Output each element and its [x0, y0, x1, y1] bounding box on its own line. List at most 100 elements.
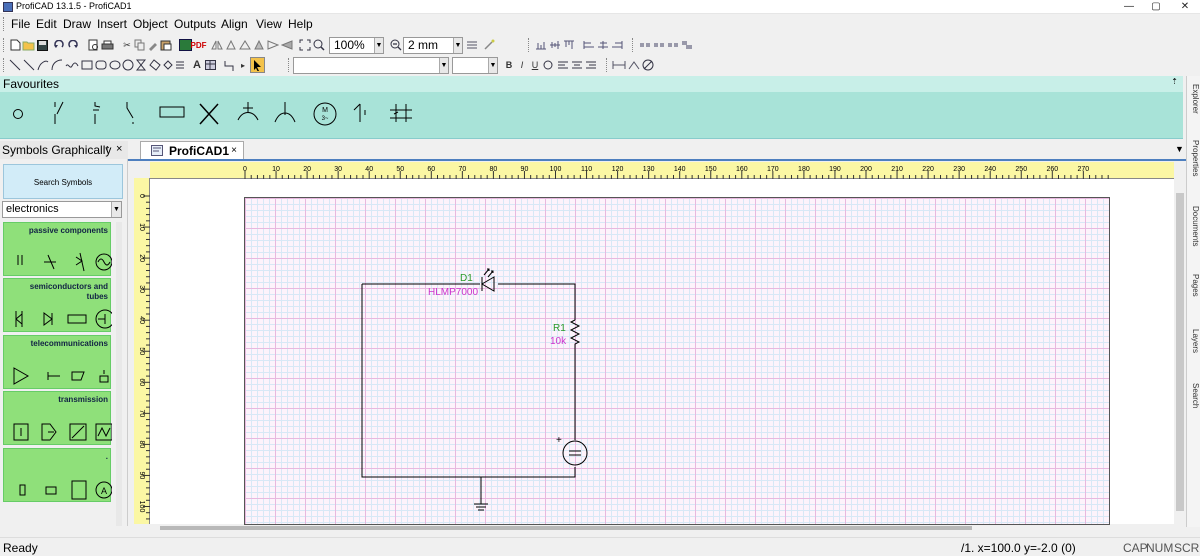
side-tab-layers[interactable]: Layers	[1186, 329, 1200, 353]
align-center-h-icon[interactable]	[596, 38, 610, 52]
grid-size-combo[interactable]: 2 mm ▼	[403, 37, 463, 54]
text-align-center-icon[interactable]	[570, 58, 584, 72]
distribute-icon-4[interactable]	[680, 38, 694, 52]
distribute-icon-3[interactable]	[666, 38, 680, 52]
ground-symbol[interactable]	[474, 503, 488, 511]
distribute-icon-2[interactable]	[652, 38, 666, 52]
d1-value[interactable]: HLMP7000	[428, 287, 478, 298]
zoom-in-icon[interactable]	[312, 38, 326, 52]
wire-left[interactable]	[361, 284, 481, 478]
favourites-pin-icon[interactable]: ⇡	[1171, 77, 1178, 86]
align-bottom-icon[interactable]	[534, 38, 548, 52]
document-tab-close[interactable]: ×	[231, 145, 237, 156]
category-telecommunications[interactable]: telecommunications	[3, 335, 111, 389]
flip-vertical-icon[interactable]	[224, 38, 238, 52]
symbols-scrollbar[interactable]	[116, 222, 122, 526]
wire-bottom[interactable]	[480, 467, 576, 504]
font-name-combo[interactable]: ▼	[293, 57, 449, 74]
zoom-dropdown-icon[interactable]: ▼	[374, 38, 383, 53]
canvas-vertical-scrollbar[interactable]	[1174, 179, 1186, 525]
minimize-button[interactable]: —	[1114, 0, 1144, 14]
align-center-v-icon[interactable]	[548, 38, 562, 52]
menu-align[interactable]: Align	[218, 17, 251, 31]
font-size-dropdown-icon[interactable]: ▼	[488, 58, 497, 73]
font-size-combo[interactable]: ▼	[452, 57, 498, 74]
schematic[interactable]: D1 HLMP7000 R1 10k +	[244, 197, 1110, 525]
align-left-icon[interactable]	[582, 38, 596, 52]
redo-icon[interactable]	[66, 38, 80, 52]
cut-icon[interactable]: ✂	[120, 38, 134, 52]
transmission-symbols[interactable]	[8, 420, 112, 444]
format-painter-icon[interactable]	[146, 38, 160, 52]
select-pointer-icon[interactable]	[250, 57, 265, 73]
side-tab-documents[interactable]: Documents	[1186, 206, 1200, 246]
export-pdf-icon[interactable]: PDF	[191, 38, 207, 52]
open-folder-icon[interactable]	[21, 38, 35, 52]
align-right-icon[interactable]	[610, 38, 624, 52]
menu-draw[interactable]: Draw	[60, 17, 94, 31]
rotate-right-icon[interactable]	[252, 38, 266, 52]
copy-icon[interactable]	[133, 38, 147, 52]
resistor-r1-symbol[interactable]	[569, 319, 581, 345]
triangle-right-icon[interactable]	[280, 38, 294, 52]
wire-top-right[interactable]	[498, 283, 576, 320]
menu-edit[interactable]: Edit	[33, 17, 60, 31]
d1-reference[interactable]: D1	[460, 273, 473, 284]
print-icon[interactable]	[100, 38, 114, 52]
new-file-icon[interactable]	[8, 38, 22, 52]
menu-help[interactable]: Help	[285, 17, 316, 31]
zoom-out-icon[interactable]	[389, 38, 403, 52]
side-tab-explorer[interactable]: Explorer	[1186, 84, 1200, 114]
triangle-left-icon[interactable]	[266, 38, 280, 52]
category-misc[interactable]: . A	[3, 448, 112, 503]
no-entry-icon[interactable]	[641, 58, 655, 72]
bold-button[interactable]: B	[502, 58, 516, 72]
voltage-source-symbol[interactable]	[562, 440, 588, 466]
undo-icon[interactable]	[52, 38, 66, 52]
close-button[interactable]: ✕	[1170, 0, 1200, 14]
r1-reference[interactable]: R1	[553, 323, 566, 334]
category-semiconductors[interactable]: semiconductors and tubes	[3, 278, 112, 332]
dimension-icon[interactable]	[612, 58, 626, 72]
text-align-left-icon[interactable]	[556, 58, 570, 72]
side-tab-search[interactable]: Search	[1186, 383, 1200, 408]
line-style-icon[interactable]	[627, 58, 641, 72]
paste-icon[interactable]	[159, 38, 173, 52]
grid-dropdown-icon[interactable]: ▼	[453, 38, 462, 53]
horizontal-scroll-thumb[interactable]	[160, 526, 972, 530]
flip-horizontal-icon[interactable]	[210, 38, 224, 52]
led-d1-symbol[interactable]	[481, 268, 495, 292]
text-color-icon[interactable]	[542, 58, 556, 72]
text-align-right-icon[interactable]	[584, 58, 598, 72]
save-icon[interactable]	[35, 38, 49, 52]
print-preview-icon[interactable]	[86, 38, 100, 52]
draw-tools-strip[interactable]	[8, 58, 208, 72]
side-tab-pages[interactable]: Pages	[1186, 274, 1200, 297]
wire-tool-icon[interactable]	[222, 58, 236, 72]
zoom-fit-icon[interactable]	[298, 38, 312, 52]
snap-magic-icon[interactable]	[482, 38, 496, 52]
align-top-icon[interactable]	[562, 38, 576, 52]
document-tab[interactable]: ProfiCAD1 ×	[140, 141, 244, 159]
search-symbols-button[interactable]: Search Symbols	[3, 164, 123, 199]
underline-button[interactable]: U	[528, 58, 542, 72]
text-tool-icon[interactable]: A	[190, 58, 204, 72]
menu-file[interactable]: File	[8, 17, 33, 31]
table-tool-icon[interactable]	[204, 58, 218, 72]
maximize-button[interactable]: ▢	[1141, 0, 1171, 14]
menu-insert[interactable]: Insert	[94, 17, 130, 31]
semiconductor-symbols[interactable]	[8, 307, 112, 331]
grid-options-icon[interactable]	[465, 38, 479, 52]
tabs-dropdown-icon[interactable]: ▼	[1175, 144, 1184, 154]
wire-dropdown-icon[interactable]: ▸	[236, 58, 250, 72]
distribute-icon-1[interactable]	[638, 38, 652, 52]
telecom-symbols[interactable]	[8, 364, 112, 388]
menu-view[interactable]: View	[253, 17, 285, 31]
misc-symbols[interactable]: A	[8, 479, 112, 503]
italic-button[interactable]: I	[515, 58, 529, 72]
category-dropdown-icon[interactable]: ▼	[111, 202, 121, 217]
symbol-category-select[interactable]: electronics ▼	[2, 201, 122, 218]
symbols-close-icon[interactable]: ×	[116, 143, 122, 155]
canvas-horizontal-scrollbar[interactable]	[150, 525, 1174, 531]
side-tab-properties[interactable]: Properties	[1186, 140, 1200, 176]
